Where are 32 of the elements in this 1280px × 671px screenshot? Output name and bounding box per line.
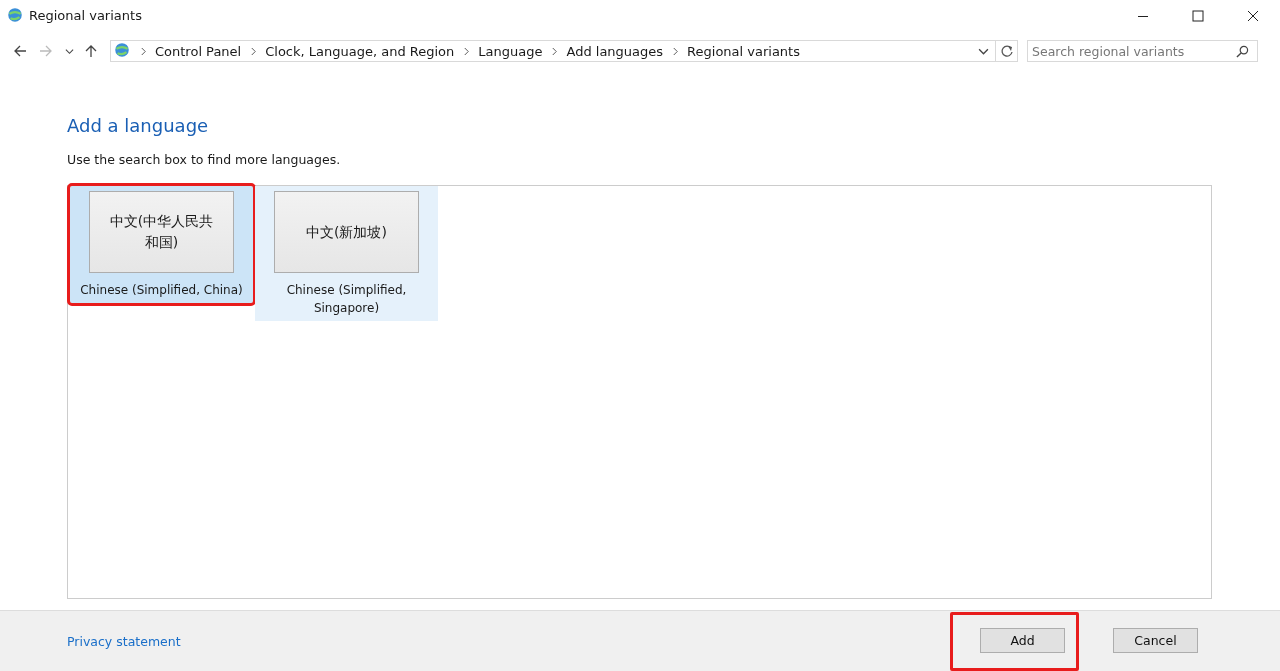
breadcrumb-item[interactable]: Clock, Language, and Region	[265, 43, 455, 59]
chevron-right-icon	[551, 46, 559, 56]
language-tile[interactable]: 中文(新加坡) Chinese (Simplified, Singapore)	[255, 186, 438, 321]
language-native-name: 中文(新加坡)	[274, 191, 419, 273]
address-bar[interactable]: Control Panel Clock, Language, and Region Language Add languages Regional variants	[110, 40, 1018, 62]
chevron-down-icon[interactable]	[65, 46, 74, 56]
breadcrumb-item[interactable]: Control Panel	[155, 43, 242, 59]
chevron-right-icon	[463, 46, 471, 56]
globe-icon	[113, 42, 131, 60]
up-arrow-icon[interactable]	[84, 44, 98, 58]
privacy-link[interactable]: Privacy statement	[67, 633, 181, 649]
back-arrow-icon[interactable]	[13, 44, 27, 58]
breadcrumb-item[interactable]: Add languages	[566, 43, 664, 59]
page-heading: Add a language	[67, 115, 210, 136]
globe-icon	[6, 6, 24, 25]
chevron-right-icon	[140, 46, 147, 56]
language-name: Chinese (Simplified, China)	[79, 282, 244, 299]
language-name: Chinese (Simplified, Singapore)	[285, 282, 408, 317]
close-icon[interactable]	[1247, 9, 1259, 22]
maximize-icon[interactable]	[1192, 9, 1204, 22]
language-native-name: 中文(中华人民共和国)	[89, 191, 234, 273]
search-icon	[1236, 44, 1249, 58]
chevron-right-icon	[672, 46, 680, 56]
chevron-right-icon	[250, 46, 258, 56]
language-tile[interactable]: 中文(中华人民共和国) Chinese (Simplified, China)	[70, 186, 253, 303]
hint-text: Use the search box to find more languages.	[67, 152, 342, 167]
breadcrumb-item[interactable]: Language	[478, 43, 543, 59]
search-field[interactable]: Search regional variants	[1027, 40, 1258, 62]
dialog-button[interactable]: Add	[980, 627, 1065, 653]
breadcrumb-item[interactable]: Regional variants	[687, 43, 800, 59]
dialog-button[interactable]: Cancel	[1113, 627, 1198, 653]
window-title: Regional variants	[29, 8, 142, 23]
